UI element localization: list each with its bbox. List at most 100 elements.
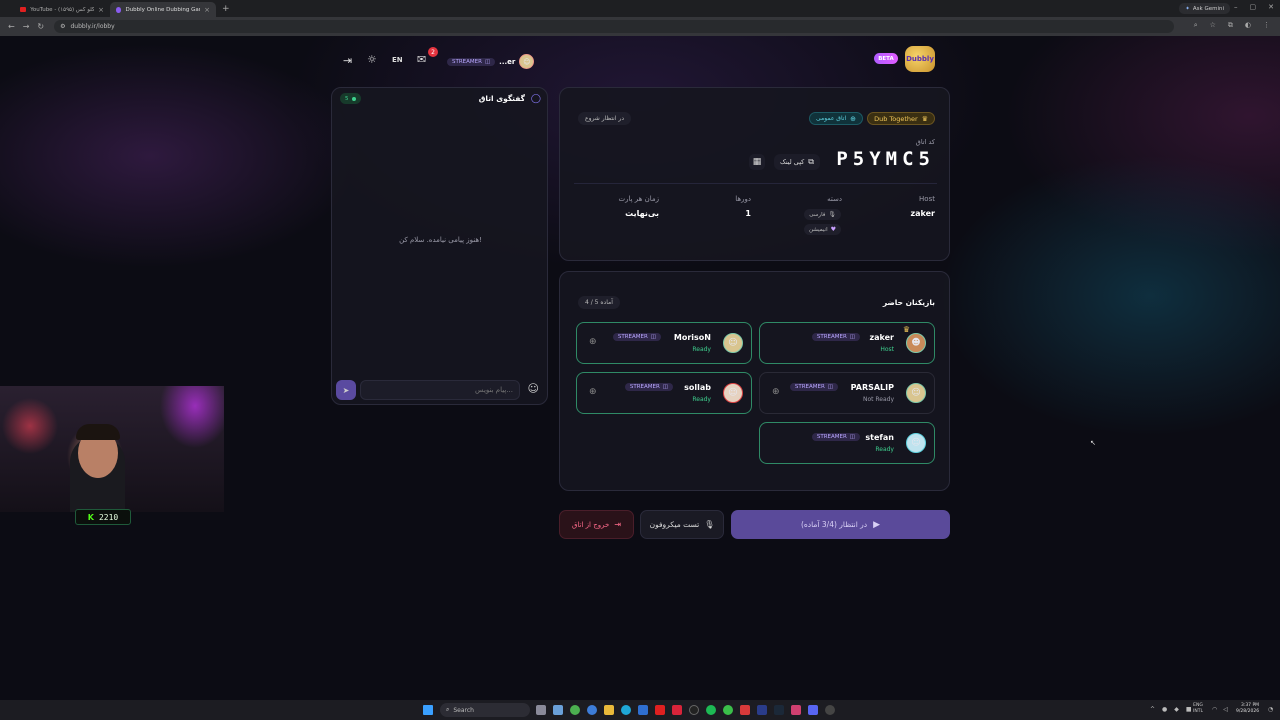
reload-icon[interactable]: ↻ [37,22,44,31]
globe-icon: ⊕ [850,114,856,123]
qr-code-icon: ▦ [752,157,762,167]
omnibox[interactable]: ⚙ dubbly.ir/lobby [54,20,1175,33]
windows-start-icon[interactable] [423,705,433,715]
badge-label: STREAMER [794,384,825,390]
gamepad-icon: ◫ [484,58,491,65]
close-window-icon[interactable]: ✕ [1268,3,1274,11]
xbox-icon[interactable] [723,705,733,715]
rounds-value: 1 [745,209,751,218]
dubbly-favicon [116,6,122,13]
new-tab-button[interactable]: + [222,4,230,14]
tab-dubbly[interactable]: Dubbly Online Dubbing Game × [110,2,216,17]
online-count: 5 [345,95,349,102]
chrome-icon[interactable] [570,705,580,715]
avatar: ☺ [906,383,926,403]
avatar: ☺ [723,383,743,403]
user-name: ...er [499,57,516,66]
obs-icon[interactable] [825,705,835,715]
emoji-icon[interactable]: ☺ [528,382,539,395]
webcam-overlay [0,386,224,512]
media-app-icon[interactable] [672,705,682,715]
taskbar-apps [536,705,835,715]
zoom-icon[interactable]: ⌕ [1194,21,1198,30]
task-view-icon[interactable] [536,705,546,715]
minimize-icon[interactable]: – [1234,3,1238,11]
edge-icon[interactable] [621,705,631,715]
dubbly-logo[interactable]: Dubbly [905,46,935,72]
category-chip-persian: فارسی 🎙 [804,209,841,220]
extensions-icon[interactable]: ⧉ [1228,21,1233,30]
widgets-icon[interactable] [553,705,563,715]
crown-icon: ♛ [921,114,928,123]
player-card-morison[interactable]: ☺ MorisoN Ready STREAMER ◫ ⊕ [576,322,752,364]
maximize-icon[interactable]: ▢ [1250,3,1257,11]
game-app-icon[interactable] [791,705,801,715]
tray-app-icon[interactable]: ● [1162,706,1167,713]
user-menu[interactable]: STREAMER ◫ ...er ☺ [447,54,535,69]
add-friend-icon[interactable]: ⊕ [589,387,597,397]
player-card-parsalip[interactable]: ☺ PARSALIP Not Ready STREAMER ◫ ⊕ [759,372,935,414]
github-icon[interactable] [689,705,699,715]
menu-dots-icon[interactable]: ⋮ [1263,21,1270,30]
gamepad-icon: ◫ [849,334,855,340]
beta-badge: BETA [874,53,898,64]
theme-toggle-icon[interactable]: ☼ [367,53,377,66]
input-language[interactable]: ENG INTL [1193,703,1203,715]
add-friend-icon[interactable]: ⊕ [772,387,780,397]
spotify-icon[interactable] [706,705,716,715]
player-card-sollab[interactable]: ☺ sollab Ready STREAMER ◫ ⊕ [576,372,752,414]
divider [574,183,937,184]
chat-input[interactable] [360,380,520,400]
logout-icon[interactable]: ⇥ [343,54,352,67]
tray-app-icon[interactable]: ■ [1186,706,1192,713]
youtube-app-icon[interactable] [655,705,665,715]
discord-icon[interactable] [808,705,818,715]
photoshop-icon[interactable] [757,705,767,715]
bookmark-star-icon[interactable]: ☆ [1210,21,1216,30]
microphone-icon: 🎙 [704,520,715,529]
add-friend-icon[interactable]: ⊕ [589,337,597,347]
tray-app-icon[interactable]: ◆ [1174,706,1179,713]
mic-test-label: تست میکروفون [649,520,700,529]
back-icon[interactable]: ← [8,22,15,31]
badge-label: STREAMER [816,434,847,440]
steam-icon[interactable] [774,705,784,715]
close-icon[interactable]: × [204,6,210,14]
mic-icon: 🎙 [828,211,836,218]
user-avatar: ☺ [519,54,535,69]
tray-status[interactable]: ◠ ◁ [1212,706,1228,713]
app-icon[interactable] [740,705,750,715]
start-waiting-button[interactable]: در انتظار (3/4 آماده) ▶ [731,510,950,539]
copy-link-button[interactable]: کپی لینک ⧉ [774,154,820,170]
player-card-stefan[interactable]: ☺ stefan Ready STREAMER ◫ [759,422,935,464]
taskbar-search[interactable]: ⌕ Search [440,703,530,717]
notifications-icon[interactable]: ◔ [1268,706,1273,713]
tab-youtube[interactable]: YouTube - (۱۵۹۵) آغا گلو کس × [14,2,110,17]
qr-code-button[interactable]: ▦ [749,154,765,170]
heart-icon: ♥ [830,226,836,233]
gamepad-icon: ◫ [662,384,668,390]
streamer-hair [76,424,120,440]
logo-text: Dubbly [906,55,934,63]
chat-bubble-icon: ◯ [530,94,541,104]
start-waiting-label: در انتظار (3/4 آماده) [800,520,868,529]
mic-test-button[interactable]: تست میکروفون 🎙 [640,510,724,539]
copy-link-label: کپی لینک [780,158,805,166]
site-info-icon[interactable]: ⚙ [60,23,65,30]
send-button[interactable]: ➤ [336,380,356,400]
leave-room-button[interactable]: خروج از اتاق ⇥ [559,510,634,539]
language-toggle[interactable]: EN [392,56,403,64]
player-card-zaker[interactable]: ♛ ☻ zaker Host STREAMER ◫ [759,322,935,364]
forward-icon[interactable]: → [23,22,30,31]
ask-gemini-button[interactable]: ✦ Ask Gemini [1179,3,1230,14]
dub-together-label: Dub Together [874,114,918,123]
chrome-profile-icon[interactable] [587,705,597,715]
room-code: P5YMC5 [836,148,935,170]
tray-chevron-icon[interactable]: ^ [1150,706,1155,713]
profile-icon[interactable]: ◐ [1245,21,1251,30]
file-explorer-icon[interactable] [604,705,614,715]
clock[interactable]: 3:37 PM 9/28/2026 [1236,703,1259,715]
close-icon[interactable]: × [98,6,104,14]
store-icon[interactable] [638,705,648,715]
mail-icon[interactable]: ✉ [417,53,426,66]
